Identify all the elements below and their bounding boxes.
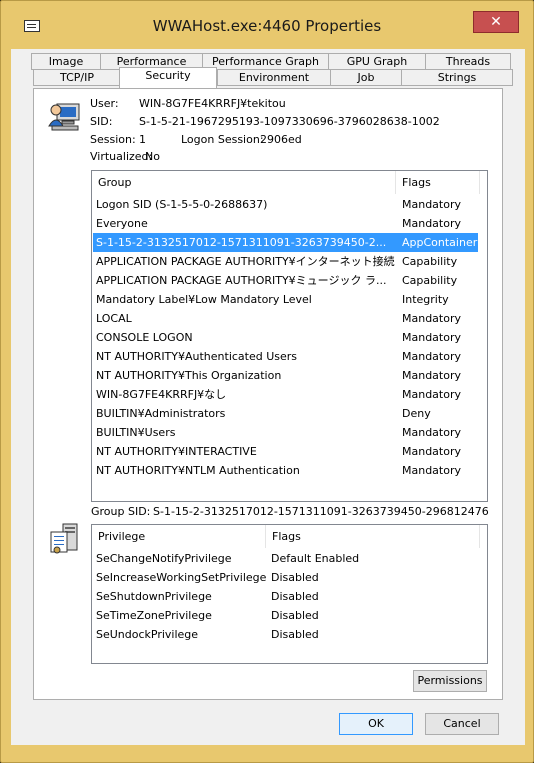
flags-column-header[interactable]: Flags: [396, 171, 480, 194]
table-row[interactable]: SeShutdownPrivilege Disabled: [93, 587, 478, 606]
permissions-button[interactable]: Permissions: [413, 670, 487, 692]
properties-window: WWAHost.exe:4460 Properties ✕ Image Perf…: [0, 0, 534, 763]
table-row[interactable]: Logon SID (S-1-5-5-0-2688637) Mandatory: [93, 195, 478, 214]
session-value: 1: [139, 133, 146, 146]
group-list[interactable]: Group Flags Logon SID (S-1-5-5-0-2688637…: [91, 170, 488, 502]
group-sid-value: S-1-15-2-3132517012-1571311091-326373945…: [153, 505, 489, 518]
table-row[interactable]: CONSOLE LOGON Mandatory: [93, 328, 478, 347]
group-flags-cell: Mandatory: [402, 331, 462, 344]
table-row[interactable]: S-1-15-2-3132517012-1571311091-326373945…: [93, 233, 478, 252]
group-sid-label: Group SID:: [91, 505, 151, 518]
group-name-cell: NT AUTHORITY¥This Organization: [96, 369, 282, 382]
group-name-cell: NT AUTHORITY¥INTERACTIVE: [96, 445, 257, 458]
ok-button[interactable]: OK: [339, 713, 413, 735]
tab-threads[interactable]: Threads: [425, 53, 511, 70]
tab-strings[interactable]: Strings: [401, 69, 513, 86]
logon-session-label: Logon Session:: [181, 133, 264, 146]
privilege-column-header[interactable]: Privilege: [92, 525, 266, 548]
privilege-flags-cell: Disabled: [271, 609, 319, 622]
sid-label: SID:: [90, 115, 113, 128]
privilege-list[interactable]: Privilege Flags SeChangeNotifyPrivilege D…: [91, 524, 488, 664]
group-name-cell: LOCAL: [96, 312, 132, 325]
window-title: WWAHost.exe:4460 Properties: [152, 17, 382, 35]
table-row[interactable]: NT AUTHORITY¥INTERACTIVE Mandatory: [93, 442, 478, 461]
privilege-flags-cell: Default Enabled: [271, 552, 360, 565]
group-flags-cell: Mandatory: [402, 312, 462, 325]
group-flags-cell: Deny: [402, 407, 431, 420]
group-name-cell: BUILTIN¥Users: [96, 426, 176, 439]
tab-tcp-ip[interactable]: TCP/IP: [33, 69, 121, 86]
group-name-cell: Mandatory Label¥Low Mandatory Level: [96, 293, 312, 306]
table-row[interactable]: BUILTIN¥Administrators Deny: [93, 404, 478, 423]
tab-image[interactable]: Image: [31, 53, 101, 70]
privilege-flags-cell: Disabled: [271, 590, 319, 603]
session-label: Session:: [90, 133, 136, 146]
user-icon: [48, 103, 80, 131]
privilege-name-cell: SeUndockPrivilege: [96, 628, 199, 641]
group-flags-cell: Mandatory: [402, 217, 462, 230]
group-name-cell: S-1-15-2-3132517012-1571311091-326373945…: [96, 236, 387, 249]
group-flags-cell: Mandatory: [402, 464, 462, 477]
group-name-cell: APPLICATION PACKAGE AUTHORITY¥インターネット接続: [96, 255, 395, 268]
group-name-cell: CONSOLE LOGON: [96, 331, 193, 344]
privilege-flags-column-header[interactable]: Flags: [266, 525, 480, 548]
tab-environment[interactable]: Environment: [217, 69, 331, 86]
privilege-name-cell: SeChangeNotifyPrivilege: [96, 552, 232, 565]
group-flags-cell: Capability: [402, 255, 458, 268]
logon-session-value: 2906ed: [260, 133, 302, 146]
table-row[interactable]: APPLICATION PACKAGE AUTHORITY¥ミュージック ラ..…: [93, 271, 478, 290]
table-row[interactable]: LOCAL Mandatory: [93, 309, 478, 328]
sid-value: S-1-5-21-1967295193-1097330696-379602863…: [139, 115, 440, 128]
tab-security[interactable]: Security: [119, 67, 217, 88]
group-flags-cell: Mandatory: [402, 369, 462, 382]
privilege-name-cell: SeTimeZonePrivilege: [96, 609, 212, 622]
privilege-flags-cell: Disabled: [271, 571, 319, 584]
group-name-cell: NT AUTHORITY¥Authenticated Users: [96, 350, 298, 363]
table-row[interactable]: Everyone Mandatory: [93, 214, 478, 233]
cancel-button[interactable]: Cancel: [425, 713, 499, 735]
tab-job[interactable]: Job: [330, 69, 402, 86]
user-value: WIN-8G7FE4KRRFJ¥tekitou: [139, 97, 286, 110]
table-row[interactable]: NT AUTHORITY¥NTLM Authentication Mandator…: [93, 461, 478, 480]
table-row[interactable]: BUILTIN¥Users Mandatory: [93, 423, 478, 442]
group-column-header[interactable]: Group: [92, 171, 396, 194]
privilege-name-cell: SeIncreaseWorkingSetPrivilege: [96, 571, 267, 584]
privilege-flags-cell: Disabled: [271, 628, 319, 641]
virtualized-value: No: [145, 150, 160, 163]
table-row[interactable]: SeUndockPrivilege Disabled: [93, 625, 478, 644]
privilege-name-cell: SeShutdownPrivilege: [96, 590, 212, 603]
table-row[interactable]: NT AUTHORITY¥Authenticated Users Mandator…: [93, 347, 478, 366]
privilege-icon: [50, 523, 78, 554]
group-flags-cell: Mandatory: [402, 388, 462, 401]
group-name-cell: Everyone: [96, 217, 148, 230]
tab-performance-graph[interactable]: Performance Graph: [202, 53, 329, 70]
group-flags-cell: Mandatory: [402, 350, 462, 363]
close-button[interactable]: ✕: [473, 11, 519, 33]
group-name-cell: BUILTIN¥Administrators: [96, 407, 226, 420]
group-name-cell: APPLICATION PACKAGE AUTHORITY¥ミュージック ラ..…: [96, 274, 387, 287]
group-flags-cell: Mandatory: [402, 426, 462, 439]
group-flags-cell: Mandatory: [402, 198, 462, 211]
table-row[interactable]: SeTimeZonePrivilege Disabled: [93, 606, 478, 625]
table-row[interactable]: SeChangeNotifyPrivilege Default Enabled: [93, 549, 478, 568]
group-name-cell: WIN-8G7FE4KRRFJ¥なし: [96, 388, 227, 401]
group-flags-cell: AppContainer: [402, 236, 478, 249]
table-row[interactable]: SeIncreaseWorkingSetPrivilege Disabled: [93, 568, 478, 587]
group-flags-cell: Capability: [402, 274, 458, 287]
table-row[interactable]: NT AUTHORITY¥This Organization Mandatory: [93, 366, 478, 385]
table-row[interactable]: APPLICATION PACKAGE AUTHORITY¥インターネット接続 C…: [93, 252, 478, 271]
group-flags-cell: Mandatory: [402, 445, 462, 458]
group-flags-cell: Integrity: [402, 293, 449, 306]
tab-gpu-graph[interactable]: GPU Graph: [328, 53, 426, 70]
user-label: User:: [90, 97, 119, 110]
table-row[interactable]: WIN-8G7FE4KRRFJ¥なし Mandatory: [93, 385, 478, 404]
group-name-cell: NT AUTHORITY¥NTLM Authentication: [96, 464, 300, 477]
title-bar[interactable]: WWAHost.exe:4460 Properties ✕: [1, 1, 533, 39]
virtualized-label: Virtualized:: [90, 150, 153, 163]
group-name-cell: Logon SID (S-1-5-5-0-2688637): [96, 198, 268, 211]
table-row[interactable]: Mandatory Label¥Low Mandatory Level Integ…: [93, 290, 478, 309]
